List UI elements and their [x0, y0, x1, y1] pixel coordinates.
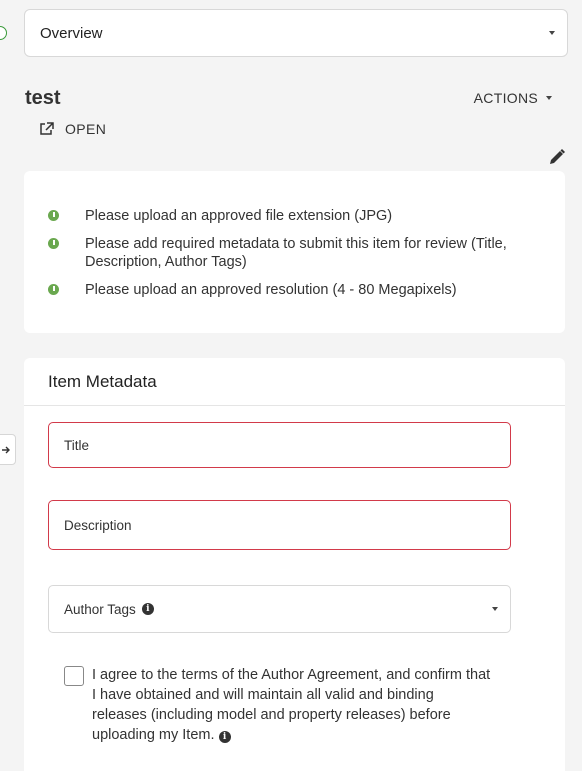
title-field[interactable]: Title [48, 422, 511, 468]
actions-button[interactable]: ACTIONS [474, 90, 552, 106]
alert-icon [48, 210, 59, 221]
description-placeholder: Description [64, 517, 132, 533]
info-icon[interactable]: i [141, 603, 154, 615]
pencil-icon[interactable] [548, 148, 566, 171]
overview-select[interactable]: Overview [24, 9, 568, 57]
open-label: OPEN [65, 121, 107, 137]
agreement-row: I agree to the terms of the Author Agree… [64, 665, 492, 745]
author-tags-label: Author Tags [64, 601, 136, 617]
chevron-down-icon [492, 607, 498, 611]
chevron-down-icon [546, 96, 552, 100]
agreement-checkbox[interactable] [64, 666, 84, 686]
title-placeholder: Title [64, 437, 90, 453]
alert-text: Please upload an approved resolution (4 … [85, 282, 457, 298]
external-link-icon [40, 122, 54, 135]
item-title: test [25, 87, 61, 109]
chevron-down-icon [549, 31, 555, 35]
alert-text: Please add required metadata to submit t… [85, 236, 507, 270]
alert-text: Please upload an approved file extension… [85, 208, 393, 224]
alert-item: Please upload an approved resolution (4 … [24, 281, 565, 299]
alert-icon [48, 284, 59, 295]
validation-alerts-card: Please upload an approved file extension… [24, 171, 565, 333]
alert-item: Please add required metadata to submit t… [24, 235, 565, 271]
alert-icon [48, 238, 59, 249]
item-metadata-heading: Item Metadata [24, 358, 565, 406]
actions-label: ACTIONS [473, 90, 538, 106]
arrow-right-icon[interactable] [0, 434, 16, 465]
item-metadata-card: Item Metadata Title Description Author T… [24, 358, 565, 771]
alert-item: Please upload an approved file extension… [24, 207, 565, 225]
status-dot-icon [0, 26, 7, 40]
agreement-text: I agree to the terms of the Author Agree… [92, 665, 492, 745]
description-field[interactable]: Description [48, 500, 511, 550]
author-tags-select[interactable]: Author Tags i [48, 585, 511, 633]
open-link[interactable]: OPEN [39, 121, 106, 137]
overview-select-value: Overview [40, 24, 103, 42]
agreement-text-content: I agree to the terms of the Author Agree… [92, 667, 491, 743]
info-icon[interactable]: i [218, 731, 231, 743]
